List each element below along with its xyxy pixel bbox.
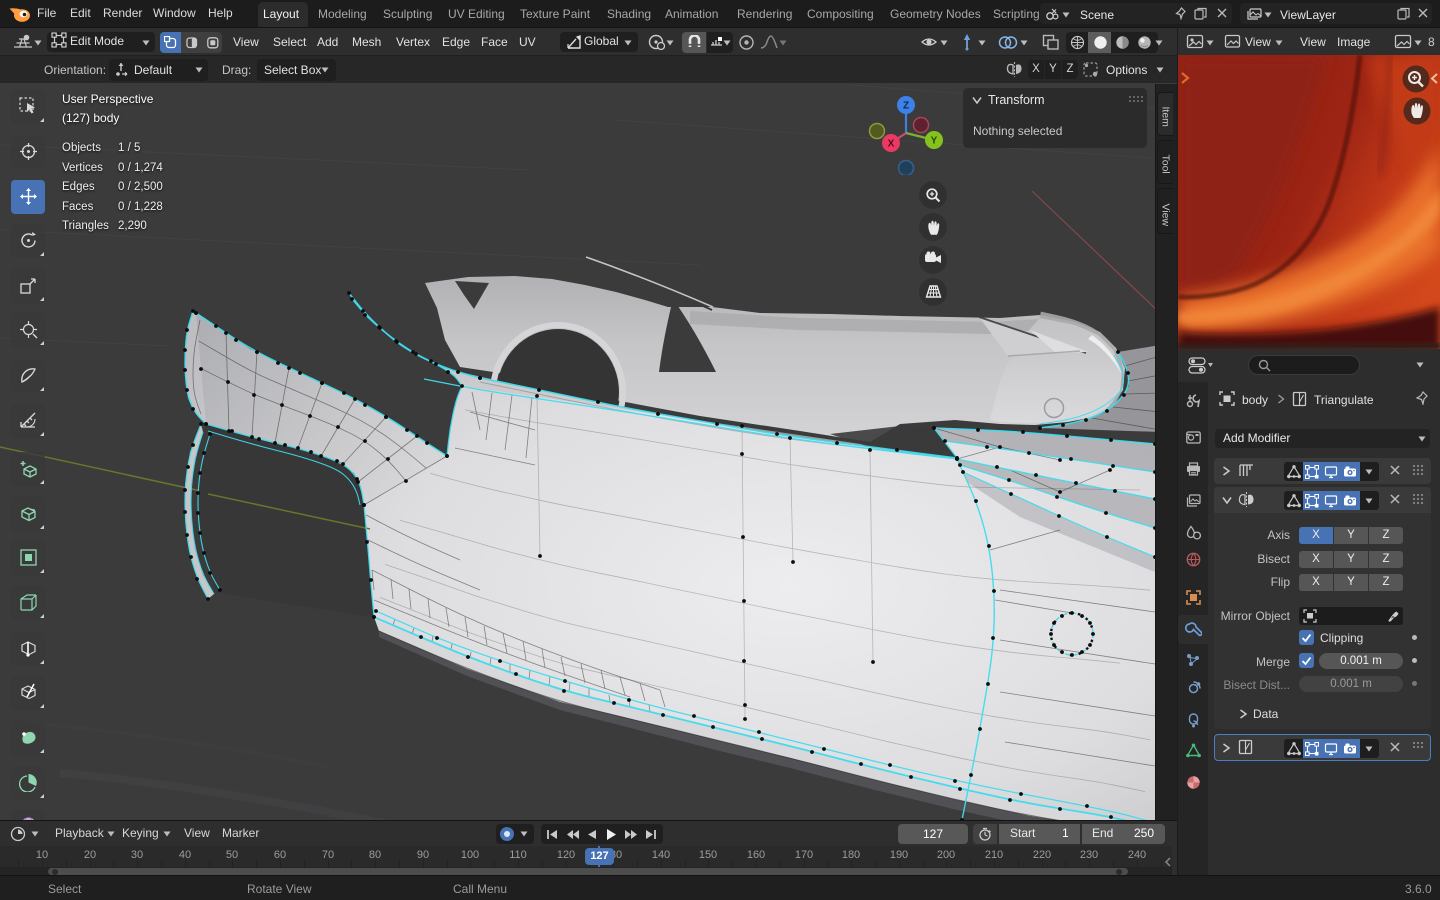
- svg-text:X: X: [888, 139, 895, 150]
- svg-text:Z: Z: [903, 101, 909, 112]
- svg-text:Y: Y: [931, 136, 938, 147]
